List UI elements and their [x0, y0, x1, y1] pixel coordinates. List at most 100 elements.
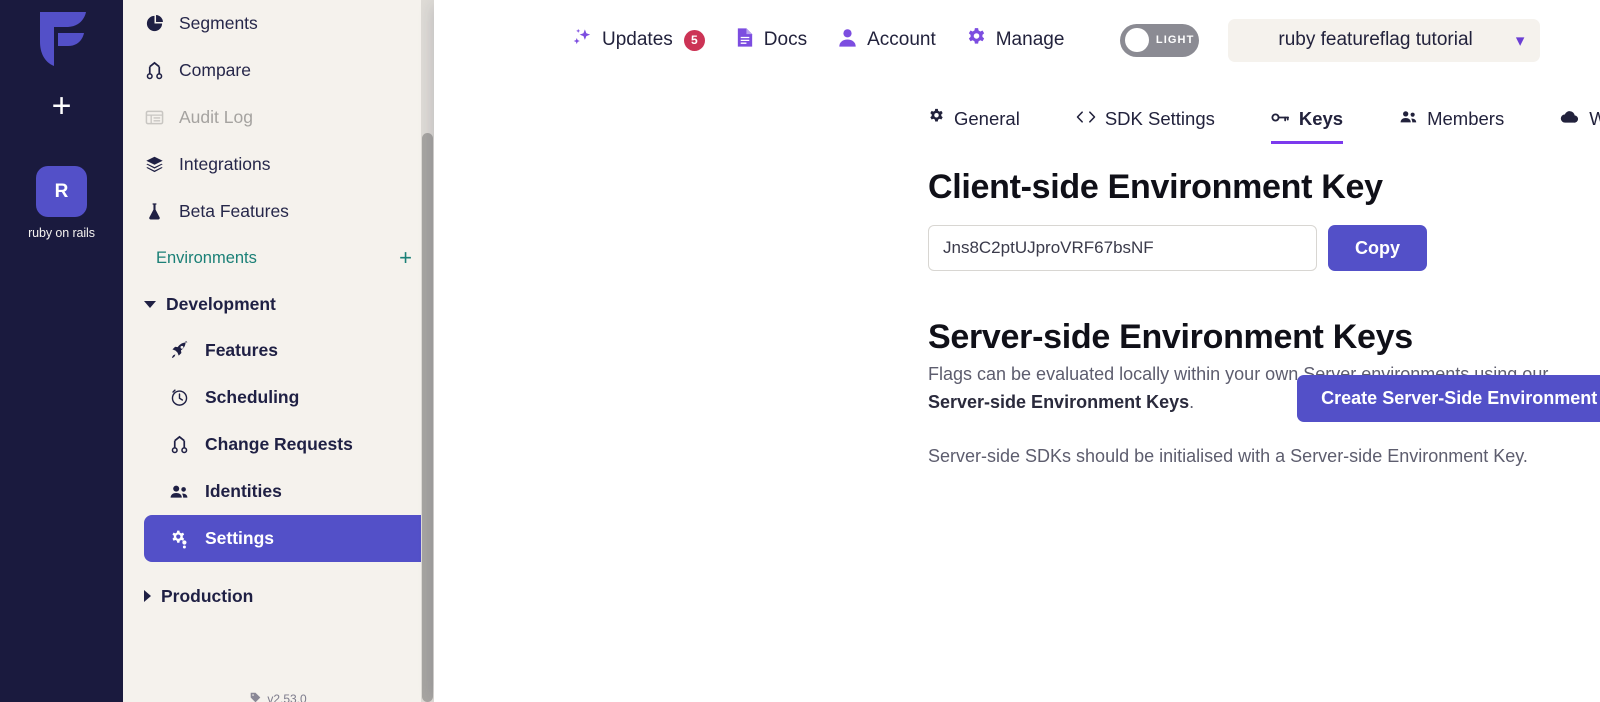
nav-account[interactable]: Account: [837, 27, 936, 54]
nav-updates-label: Updates: [602, 29, 673, 50]
sidebar-item-label: Change Requests: [205, 434, 353, 454]
server-keys-paragraph-2: Server-side SDKs should be initialised w…: [928, 445, 1528, 466]
clock-icon: [167, 388, 191, 407]
users-icon: [167, 482, 191, 502]
sidebar-item-features[interactable]: Features: [144, 327, 434, 374]
client-key-row: Copy: [928, 225, 1600, 271]
nav-manage[interactable]: Manage: [966, 27, 1065, 54]
app-version-label: v2.53.0: [267, 692, 307, 702]
tab-label: Members: [1427, 108, 1505, 129]
rocket-icon: [167, 341, 191, 360]
create-project-button[interactable]: +: [0, 86, 123, 126]
person-icon: [837, 27, 858, 54]
cloud-icon: [1560, 108, 1580, 130]
server-keys-paragraph-1-bold: Server-side Environment Keys: [928, 391, 1190, 412]
flask-icon: [143, 202, 165, 221]
sidebar-item-scheduling[interactable]: Scheduling: [144, 374, 434, 421]
sidebar-item-beta-features[interactable]: Beta Features: [123, 188, 434, 235]
chevron-down-icon: ▾: [1515, 30, 1525, 50]
project-name-label: ruby on rails: [28, 226, 95, 240]
settings-tabbar: General SDK Settings Keys Members W: [434, 96, 1600, 144]
sidebar-item-label: Features: [205, 340, 278, 360]
tab-label: SDK Settings: [1104, 108, 1215, 129]
project-switcher[interactable]: R ruby on rails: [0, 166, 123, 240]
sidebar-item-label: Integrations: [179, 154, 271, 174]
compare-branch-icon: [167, 435, 191, 454]
updates-badge: 5: [683, 29, 705, 51]
layers-icon: [143, 155, 165, 174]
sidebar-item-label: Compare: [179, 60, 251, 80]
app-version: v2.53.0: [123, 692, 434, 702]
tag-icon: [250, 692, 261, 702]
organisation-selector[interactable]: ruby featureflag tutorial ▾: [1228, 18, 1541, 62]
chevron-down-icon: [144, 300, 156, 308]
nav-docs-label: Docs: [763, 29, 808, 50]
tab-webhooks[interactable]: Webhooks: [1560, 108, 1600, 144]
client-key-input[interactable]: [928, 225, 1317, 271]
sidebar-nav-list: Segments Compare Audit Log Integrations: [123, 0, 434, 235]
sidebar-item-compare[interactable]: Compare: [123, 47, 434, 94]
gear-icon: [966, 27, 987, 54]
sidebar-scrollbar-thumb[interactable]: [422, 133, 433, 702]
tab-keys[interactable]: Keys: [1270, 108, 1344, 144]
sidebar-item-segments[interactable]: Segments: [123, 0, 434, 47]
tab-label: Keys: [1298, 108, 1344, 129]
sidebar-item-label: Beta Features: [179, 201, 289, 221]
gear-icon: [928, 108, 945, 130]
theme-toggle-knob: [1125, 28, 1149, 52]
sidebar-item-identities[interactable]: Identities: [144, 468, 434, 515]
environments-header: Environments +: [123, 235, 434, 281]
sidebar-scrollbar-track[interactable]: [421, 0, 434, 702]
server-keys-paragraph-1-suffix: .: [1189, 391, 1195, 412]
sidebar-item-integrations[interactable]: Integrations: [123, 141, 434, 188]
project-avatar[interactable]: R: [36, 166, 87, 217]
server-keys-title: Server-side Environment Keys: [928, 318, 1413, 356]
environment-group-production[interactable]: Production: [123, 573, 434, 619]
theme-toggle[interactable]: LIGHT: [1120, 23, 1200, 57]
nav-manage-label: Manage: [995, 29, 1065, 50]
tab-label: General: [954, 108, 1020, 129]
sidebar-item-label: Scheduling: [205, 387, 300, 407]
add-environment-button[interactable]: +: [399, 247, 412, 269]
sidebar-item-audit-log[interactable]: Audit Log: [123, 94, 434, 141]
left-icon-rail: + R ruby on rails: [0, 0, 123, 702]
document-icon: [735, 27, 755, 54]
server-keys-section: Server-side Environment Keys Flags can b…: [928, 318, 1600, 471]
keys-panel: Client-side Environment Key Copy Server-…: [434, 144, 1600, 471]
key-icon: [1271, 108, 1290, 130]
tab-label: Webhooks: [1589, 108, 1600, 129]
environment-group-label: Production: [161, 585, 254, 606]
tab-sdk-settings[interactable]: SDK Settings: [1076, 108, 1215, 144]
flagsmith-logo-icon[interactable]: [0, 4, 123, 66]
environment-group-development[interactable]: Development: [123, 281, 434, 327]
sidebar-item-label: Settings: [205, 528, 275, 548]
sidebar-item-change-requests[interactable]: Change Requests: [144, 421, 434, 468]
gears-icon: [167, 529, 191, 549]
theme-toggle-label: LIGHT: [1155, 34, 1195, 46]
environments-label: Environments: [156, 248, 257, 267]
tab-general[interactable]: General: [928, 108, 1020, 144]
compare-branch-icon: [143, 61, 165, 80]
create-server-side-key-button[interactable]: Create Server-Side Environment Key: [1297, 375, 1600, 422]
pie-chart-icon: [143, 14, 165, 33]
sidebar-item-settings[interactable]: Settings: [144, 515, 434, 562]
list-table-icon: [143, 108, 165, 127]
sparkles-icon: [572, 27, 593, 54]
nav-account-label: Account: [867, 29, 936, 50]
app-root: + R ruby on rails Segments Compare Audit…: [0, 0, 1600, 702]
client-key-title: Client-side Environment Key: [928, 168, 1383, 206]
tab-members[interactable]: Members: [1399, 108, 1504, 144]
nav-docs[interactable]: Docs: [735, 27, 807, 54]
environment-group-label: Development: [166, 293, 276, 314]
copy-client-key-button[interactable]: Copy: [1328, 225, 1427, 271]
sidebar-item-label: Segments: [179, 13, 258, 33]
organisation-name-label: ruby featureflag tutorial: [1278, 29, 1473, 50]
users-icon: [1399, 108, 1418, 130]
top-bar: Updates 5 Docs Account Manage LIGHT ruby…: [434, 0, 1600, 80]
chevron-right-icon: [144, 590, 151, 602]
sidebar-item-label: Identities: [205, 481, 282, 501]
sidebar-item-label: Audit Log: [179, 107, 253, 127]
main-content: Updates 5 Docs Account Manage LIGHT ruby…: [434, 0, 1600, 702]
sidebar: Segments Compare Audit Log Integrations: [123, 0, 434, 702]
nav-updates[interactable]: Updates 5: [572, 27, 705, 54]
